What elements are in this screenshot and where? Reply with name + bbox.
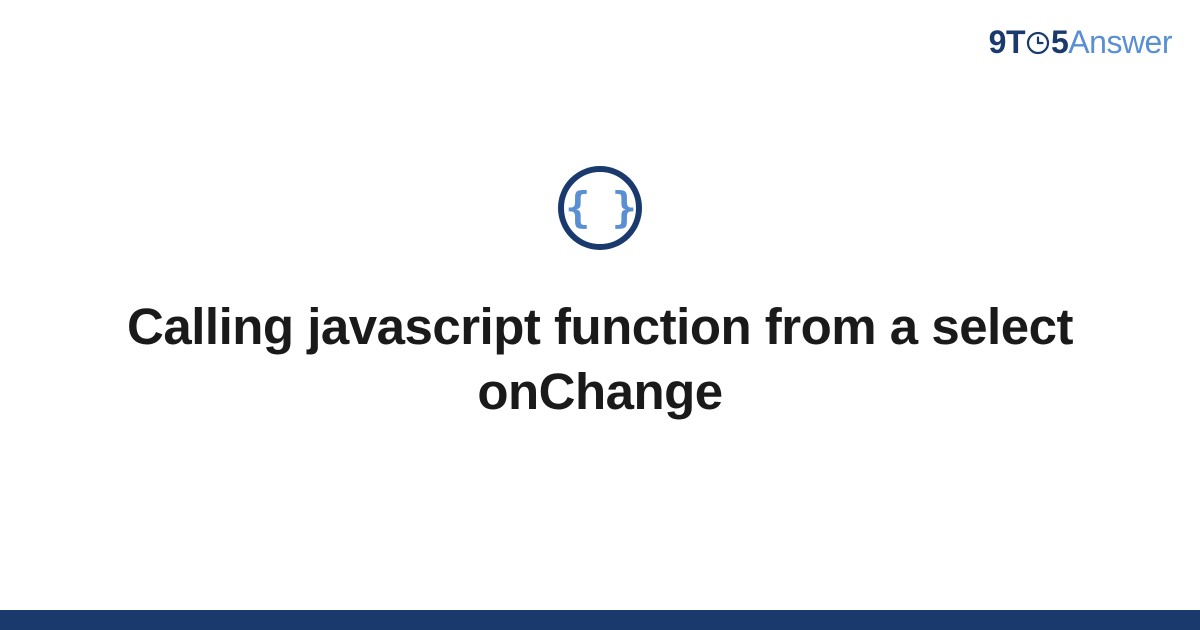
braces-icon: { } [565, 187, 635, 229]
page-title: Calling javascript function from a selec… [100, 294, 1100, 425]
category-badge: { } [558, 166, 642, 250]
logo-text-answer: Answer [1068, 24, 1172, 60]
logo-text-9t: 9T [989, 24, 1025, 60]
clock-icon [1026, 26, 1050, 50]
main-content: { } Calling javascript function from a s… [0, 0, 1200, 630]
logo-text-5: 5 [1051, 24, 1068, 60]
footer-bar [0, 610, 1200, 630]
site-logo: 9T 5Answer [989, 24, 1172, 61]
